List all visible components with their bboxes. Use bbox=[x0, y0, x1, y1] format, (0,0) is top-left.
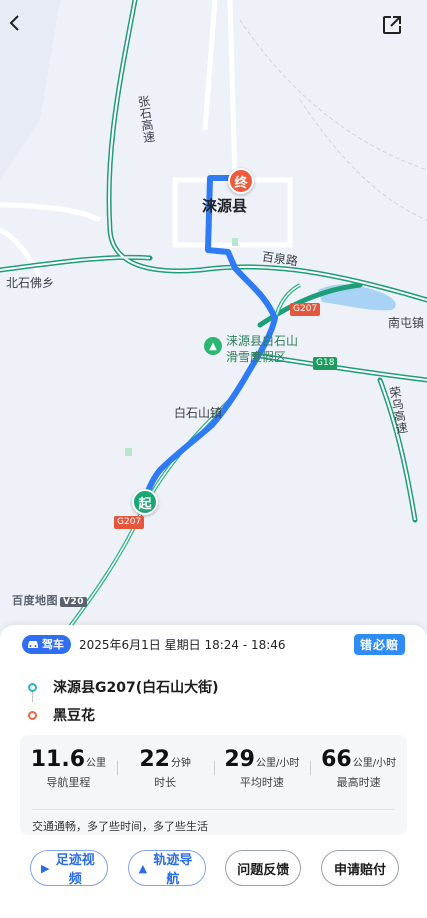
trip-note: 交通通畅，多了些时间，多了些生活 bbox=[32, 809, 395, 834]
map-label-county: 涞源县 bbox=[202, 197, 248, 215]
share-button[interactable] bbox=[381, 14, 415, 48]
back-button[interactable] bbox=[6, 14, 40, 48]
end-dot-icon bbox=[28, 710, 37, 720]
start-pin[interactable]: 起 bbox=[132, 489, 158, 515]
map-label-nantun: 南屯镇 bbox=[388, 316, 425, 330]
footprint-video-button[interactable]: ▶ 足迹视频 bbox=[30, 850, 108, 887]
map-label-baishishan: 白石山镇 bbox=[174, 406, 223, 420]
back-arrow-icon bbox=[9, 15, 19, 31]
map-view[interactable]: 涞源县 百泉路 北石佛乡 南屯镇 涞源县白石山 滑雪度假区 ▲ 白石山镇 张石高… bbox=[0, 0, 427, 640]
map-canvas bbox=[0, 0, 427, 640]
baidu-map-logo: 百度地图 V20 bbox=[12, 592, 87, 608]
shield-g207-south: G207 bbox=[114, 516, 145, 529]
map-label-resort-2: 滑雪度假区 bbox=[226, 350, 287, 364]
navigate-arrow-icon: ▲ bbox=[138, 861, 148, 875]
shield-g18: G18 bbox=[313, 357, 338, 370]
stat-max-speed: 66公里/小时 最高时速 bbox=[310, 747, 407, 790]
end-pin[interactable]: 终 bbox=[228, 168, 254, 194]
share-icon bbox=[383, 16, 401, 34]
guarantee-badge[interactable]: 错必赔 bbox=[353, 633, 405, 655]
trip-stats: 11.6公里 导航里程 22分钟 时长 29公里/小时 平均时速 66公里/小时… bbox=[20, 735, 407, 835]
mode-badge: 驾车 bbox=[22, 634, 71, 654]
claim-button[interactable]: 申请赔付 bbox=[320, 850, 399, 886]
end-place: 黑豆花 bbox=[28, 701, 407, 729]
action-bar: ▶ 足迹视频 ▲ 轨迹导航 问题反馈 申请赔付 bbox=[30, 850, 399, 887]
play-icon: ▶ bbox=[41, 861, 50, 875]
stat-duration: 22分钟 时长 bbox=[116, 747, 214, 790]
stat-distance: 11.6公里 导航里程 bbox=[30, 747, 107, 789]
resort-poi-icon[interactable]: ▲ bbox=[204, 337, 222, 355]
start-dot-icon bbox=[28, 682, 37, 692]
trip-header: 驾车 2025年6月1日 星期日 18:24 - 18:46 错必赔 bbox=[22, 633, 405, 655]
start-place: 涞源县G207(白石山大街) bbox=[28, 673, 407, 702]
trip-datetime: 2025年6月1日 星期日 18:24 - 18:46 bbox=[79, 637, 286, 652]
car-icon bbox=[28, 641, 38, 648]
feedback-button[interactable]: 问题反馈 bbox=[225, 850, 302, 886]
track-nav-button[interactable]: ▲ 轨迹导航 bbox=[127, 850, 206, 887]
stat-avg-speed: 29公里/小时 平均时速 bbox=[213, 747, 311, 790]
trip-panel: 驾车 2025年6月1日 星期日 18:24 - 18:46 错必赔 涞源县G2… bbox=[0, 625, 427, 918]
map-label-beishi: 北石佛乡 bbox=[6, 276, 55, 290]
shield-g207-north: G207 bbox=[290, 303, 321, 316]
map-label-resort-1: 涞源县白石山 bbox=[226, 334, 299, 348]
trip-places: 涞源县G207(白石山大街) 黑豆花 bbox=[28, 673, 407, 729]
